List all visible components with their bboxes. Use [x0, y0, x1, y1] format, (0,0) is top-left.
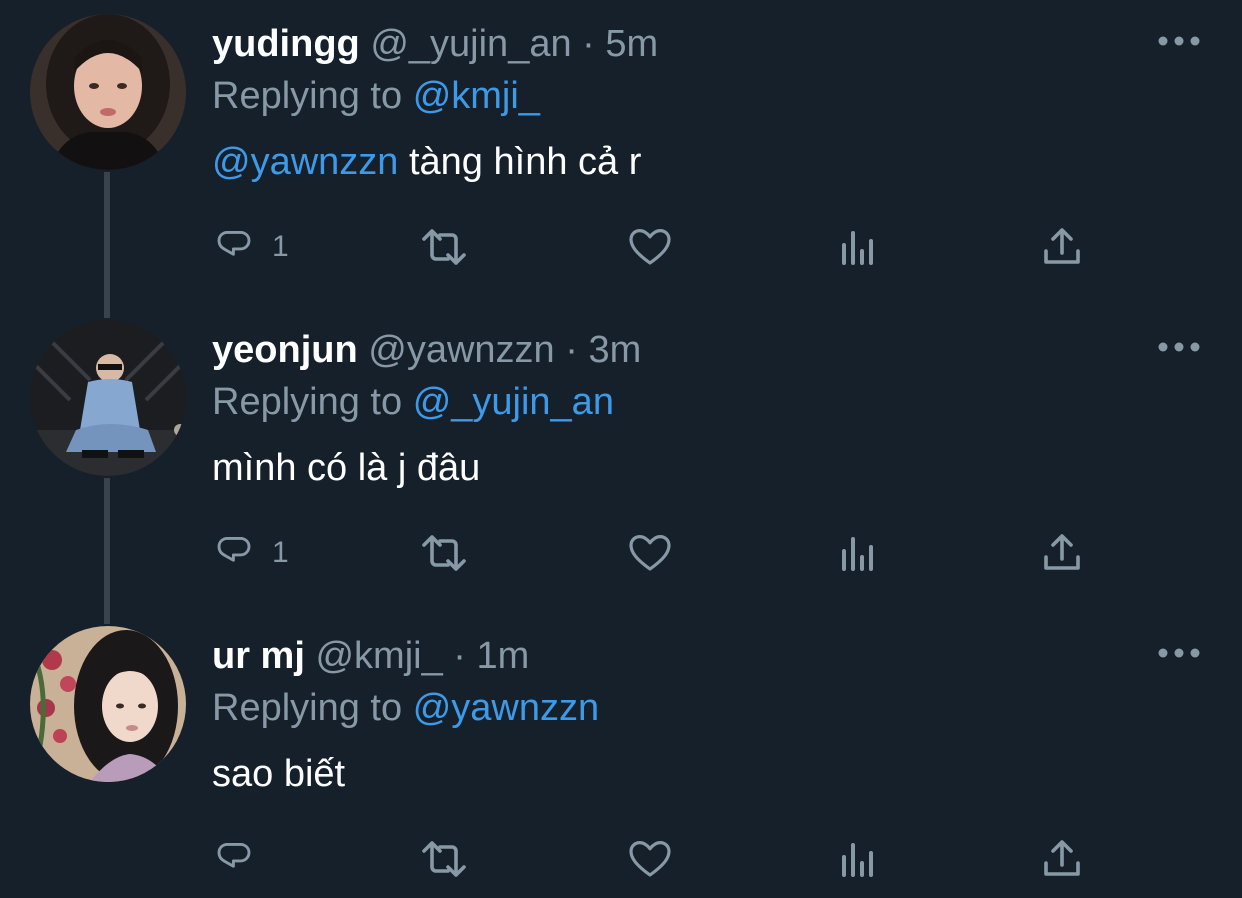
like-button[interactable]: [626, 834, 674, 884]
display-name[interactable]: yeonjun: [212, 329, 358, 371]
tweet-item[interactable]: yudingg @_yujin_an · 5m Replying to @kmj…: [0, 0, 1242, 300]
tweet-text-content: sao biết: [212, 753, 346, 795]
replying-to-mention[interactable]: @yawnzzn: [413, 687, 599, 729]
tweet-text: @yawnzzn tàng hình cả r: [212, 140, 641, 184]
share-button[interactable]: [1038, 834, 1086, 884]
more-button[interactable]: [1158, 340, 1200, 354]
tweet-header: ur mj @kmji_ · 1m: [212, 634, 529, 678]
tweet-text: mình có là j đâu: [212, 446, 480, 490]
retweet-button[interactable]: [416, 222, 472, 272]
tweet-header: yeonjun @yawnzzn · 3m: [212, 328, 641, 372]
heart-icon: [629, 229, 671, 265]
ellipsis-icon: [1158, 342, 1200, 352]
text-mention[interactable]: @yawnzzn: [212, 141, 398, 183]
retweet-button[interactable]: [416, 834, 472, 884]
tweet-text-content: tàng hình cả r: [398, 141, 642, 183]
display-name[interactable]: ur mj: [212, 635, 305, 677]
replying-to-line: Replying to @_yujin_an: [212, 380, 614, 424]
speech-bubble-icon: [217, 536, 251, 562]
tweet-text-content: mình có là j đâu: [212, 447, 481, 489]
tweet-item[interactable]: ur mj @kmji_ · 1m Replying to @yawnzzn s…: [0, 612, 1242, 898]
share-icon: [1044, 228, 1080, 264]
reply-count: 1: [272, 230, 289, 263]
handle[interactable]: @_yujin_an: [370, 23, 571, 65]
ellipsis-icon: [1158, 36, 1200, 46]
action-bar: 1: [212, 528, 1112, 578]
avatar[interactable]: [30, 14, 186, 170]
separator-dot: ·: [453, 635, 466, 677]
analytics-button[interactable]: [834, 222, 882, 272]
speech-bubble-icon: [217, 842, 251, 868]
reply-button[interactable]: [212, 834, 272, 884]
analytics-button[interactable]: [834, 834, 882, 884]
bar-chart-icon: [842, 537, 873, 571]
tweet-item[interactable]: yeonjun @yawnzzn · 3m Replying to @_yuji…: [0, 306, 1242, 606]
share-icon: [1044, 534, 1080, 570]
action-bar: 1: [212, 222, 1112, 272]
replying-to-line: Replying to @kmji_: [212, 74, 540, 118]
retweet-button[interactable]: [416, 528, 472, 578]
share-button[interactable]: [1038, 528, 1086, 578]
like-button[interactable]: [626, 222, 674, 272]
more-button[interactable]: [1158, 34, 1200, 48]
share-button[interactable]: [1038, 222, 1086, 272]
avatar[interactable]: [30, 320, 186, 476]
timestamp[interactable]: 3m: [588, 329, 641, 371]
replying-to-mention[interactable]: @kmji_: [413, 75, 540, 117]
replying-to-mention[interactable]: @_yujin_an: [413, 381, 614, 423]
tweet-text: sao biết: [212, 752, 345, 796]
heart-icon: [629, 535, 671, 571]
bar-chart-icon: [842, 231, 873, 265]
replying-to-label: Replying to: [212, 381, 403, 423]
separator-dot: ·: [565, 329, 578, 371]
speech-bubble-icon: [217, 230, 251, 256]
handle[interactable]: @kmji_: [315, 635, 442, 677]
more-button[interactable]: [1158, 646, 1200, 660]
reply-button[interactable]: 1: [212, 528, 289, 578]
timestamp[interactable]: 1m: [477, 635, 530, 677]
replying-to-line: Replying to @yawnzzn: [212, 686, 599, 730]
share-icon: [1044, 840, 1080, 876]
heart-icon: [629, 841, 671, 877]
like-button[interactable]: [626, 528, 674, 578]
retweet-icon: [422, 229, 466, 265]
handle[interactable]: @yawnzzn: [368, 329, 554, 371]
reply-button[interactable]: 1: [212, 222, 289, 272]
tweet-header: yudingg @_yujin_an · 5m: [212, 22, 658, 66]
action-bar: [212, 834, 1112, 884]
replying-to-label: Replying to: [212, 75, 403, 117]
timestamp[interactable]: 5m: [605, 23, 658, 65]
display-name[interactable]: yudingg: [212, 23, 360, 65]
avatar[interactable]: [30, 626, 186, 782]
reply-count: 1: [272, 536, 289, 569]
separator-dot: ·: [582, 23, 595, 65]
ellipsis-icon: [1158, 648, 1200, 658]
replying-to-label: Replying to: [212, 687, 403, 729]
retweet-icon: [422, 841, 466, 877]
analytics-button[interactable]: [834, 528, 882, 578]
retweet-icon: [422, 535, 466, 571]
bar-chart-icon: [842, 843, 873, 877]
